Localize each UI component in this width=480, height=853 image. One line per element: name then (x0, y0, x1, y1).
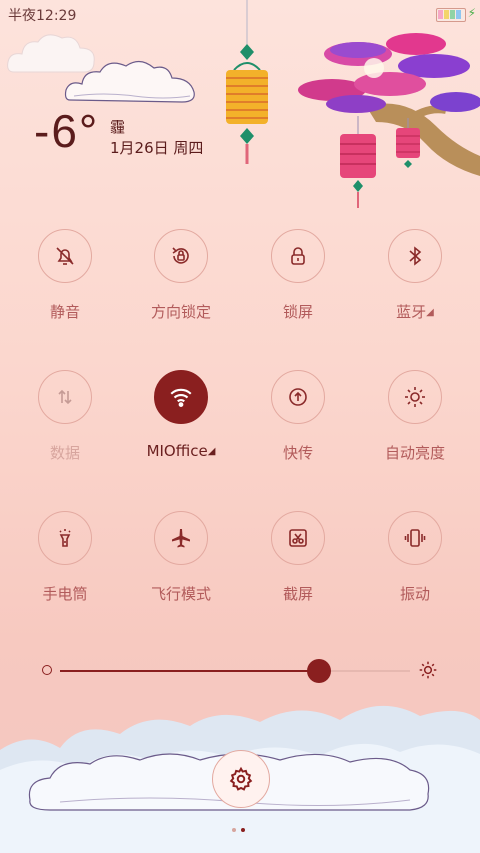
brightness-low-icon (42, 665, 52, 675)
tile-label: 振动 (399, 585, 430, 603)
mobile-data-toggle[interactable]: 数据 (10, 370, 120, 463)
cloud-decoration (64, 60, 195, 103)
weather-temperature: -6° (34, 105, 100, 157)
sun-icon (388, 370, 442, 424)
screenshot-button[interactable]: 截屏 (243, 511, 353, 604)
menu-arrow-icon: ◢ (426, 307, 434, 318)
weather-date: 1月26日 周四 (110, 139, 204, 157)
tile-label: 手电筒 (42, 585, 88, 603)
quick-share-toggle[interactable]: 快传 (243, 370, 353, 463)
battery-icon (436, 8, 466, 22)
scissors-icon (271, 511, 325, 565)
settings-button[interactable] (212, 750, 270, 808)
bell-off-icon (38, 229, 92, 283)
lock-icon (271, 229, 325, 283)
rotation-lock-toggle[interactable]: 方向锁定 (126, 229, 236, 322)
vibrate-icon (388, 511, 442, 565)
wifi-icon (154, 370, 208, 424)
vibrate-toggle[interactable]: 振动 (360, 511, 470, 604)
status-time: 半夜12:29 (8, 8, 77, 24)
tile-label: 静音 (49, 303, 80, 321)
page-dot (232, 828, 236, 832)
brightness-slider-handle[interactable] (307, 659, 331, 683)
auto-brightness-toggle[interactable]: 自动亮度 (360, 370, 470, 463)
wifi-toggle[interactable]: MIOffice◢ (126, 370, 236, 460)
menu-arrow-icon: ◢ (207, 446, 216, 457)
flashlight-toggle[interactable]: 手电筒 (10, 511, 120, 604)
brightness-slider-fill (60, 670, 319, 672)
bluetooth-icon (388, 229, 442, 283)
brightness-high-icon (419, 661, 437, 679)
tile-label: 快传 (282, 444, 313, 462)
tile-label: 蓝牙 (396, 303, 427, 321)
gear-icon (229, 766, 253, 791)
tile-label: 飞行模式 (150, 585, 211, 603)
page-dot (241, 828, 245, 832)
upload-icon (271, 370, 325, 424)
tree-decoration (298, 33, 480, 208)
mute-toggle[interactable]: 静音 (10, 229, 120, 322)
tile-label: 自动亮度 (384, 444, 445, 462)
lock-screen-button[interactable]: 锁屏 (243, 229, 353, 322)
airplane-mode-toggle[interactable]: 飞行模式 (126, 511, 236, 604)
tile-label: 方向锁定 (150, 303, 211, 321)
tile-label: 截屏 (282, 585, 313, 603)
tile-label: 数据 (49, 444, 80, 462)
charging-icon: ⚡ (467, 6, 476, 20)
flashlight-icon (38, 511, 92, 565)
tile-label: 锁屏 (282, 303, 313, 321)
page-indicator (232, 826, 252, 834)
lantern-decoration (226, 0, 268, 164)
bluetooth-toggle[interactable]: 蓝牙◢ (360, 229, 470, 322)
tile-label: MIOffice (146, 442, 208, 460)
rotation-lock-icon (154, 229, 208, 283)
airplane-icon (154, 511, 208, 565)
data-arrows-icon (38, 370, 92, 424)
weather-condition: 霾 (110, 118, 126, 136)
brightness-slider[interactable] (60, 659, 410, 683)
